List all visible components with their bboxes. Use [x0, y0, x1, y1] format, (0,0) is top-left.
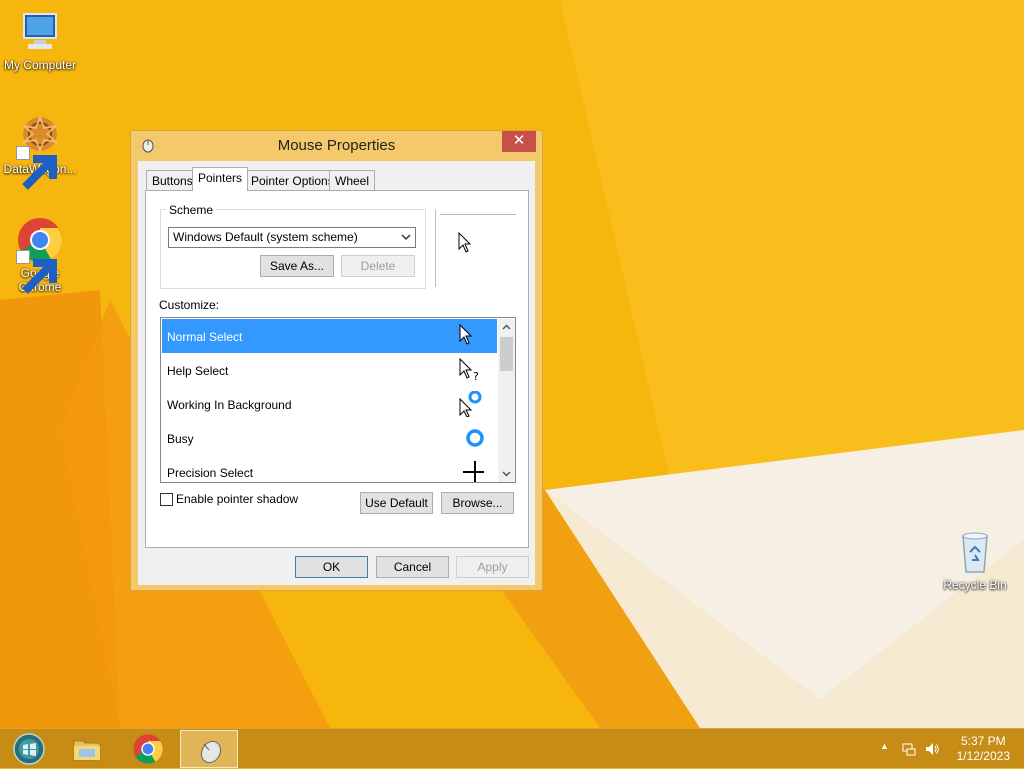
- tab-buttons[interactable]: Buttons: [146, 170, 199, 190]
- cursor-row-label: Help Select: [167, 364, 229, 378]
- svg-text:?: ?: [473, 370, 479, 383]
- datawagon-icon: [16, 112, 64, 190]
- system-tray: ▲ 5:37 PM 1/12/2023: [864, 729, 1024, 769]
- cursor-row-label: Working In Background: [167, 398, 292, 412]
- cursor-row-normal-select[interactable]: Normal Select: [162, 319, 497, 353]
- arrow-cursor-icon: [458, 232, 472, 253]
- taskbar-file-explorer[interactable]: [58, 730, 116, 768]
- cursor-row-busy[interactable]: Busy: [162, 421, 497, 455]
- taskbar: ▲ 5:37 PM 1/12/2023: [0, 728, 1024, 768]
- computer-icon: [16, 8, 64, 56]
- busy-cursor-icon: [466, 429, 484, 447]
- arrow-cursor-icon: [459, 323, 473, 345]
- start-button[interactable]: [0, 730, 58, 768]
- cursor-row-label: Busy: [167, 432, 194, 446]
- chrome-icon: [133, 734, 163, 764]
- tab-pointers[interactable]: Pointers: [192, 167, 249, 191]
- volume-icon[interactable]: [924, 741, 940, 757]
- tab-pointer-options[interactable]: Pointer Options: [245, 170, 340, 190]
- cursor-list-scrollbar[interactable]: [498, 319, 515, 482]
- clock[interactable]: 5:37 PM 1/12/2023: [957, 734, 1010, 764]
- desktop-icon-my-computer[interactable]: My Computer: [0, 8, 80, 72]
- scheme-dropdown-value: Windows Default (system scheme): [173, 230, 358, 244]
- scheme-dropdown[interactable]: Windows Default (system scheme): [168, 227, 416, 248]
- desktop-icon-datawagon[interactable]: DataWagon...: [0, 112, 80, 190]
- chrome-icon: [16, 216, 64, 294]
- help-cursor-icon: ?: [459, 357, 479, 383]
- enable-pointer-shadow-checkbox[interactable]: [160, 493, 173, 506]
- scheme-group-label: Scheme: [166, 203, 217, 217]
- shortcut-arrow-icon: [16, 250, 57, 294]
- folder-icon: [73, 740, 101, 761]
- use-default-button[interactable]: Use Default: [360, 492, 433, 514]
- dialog-title: Mouse Properties: [277, 137, 396, 154]
- save-as-button[interactable]: Save As...: [260, 255, 334, 277]
- scroll-thumb[interactable]: [500, 337, 513, 371]
- customize-label: Customize:: [159, 298, 220, 312]
- scheme-group: [160, 209, 426, 289]
- ok-button[interactable]: OK: [295, 556, 368, 578]
- mouse-icon: [200, 740, 222, 764]
- desktop-icon-recycle-bin[interactable]: Recycle Bin: [935, 528, 1015, 592]
- taskbar-mouse-properties[interactable]: [180, 730, 238, 768]
- close-button[interactable]: ✕: [502, 131, 536, 152]
- chevron-down-icon: [401, 234, 411, 241]
- cursor-row-precision-select[interactable]: Precision Select: [162, 455, 497, 482]
- enable-pointer-shadow-label: Enable pointer shadow: [176, 492, 299, 506]
- working-cursor-icon: [459, 391, 482, 417]
- clock-date: 1/12/2023: [956, 749, 1010, 763]
- network-icon[interactable]: [901, 741, 917, 757]
- shortcut-arrow-icon: [16, 146, 57, 190]
- cursor-preview: [435, 209, 516, 287]
- cursor-row-help-select[interactable]: Help Select ?: [162, 353, 497, 387]
- cursor-row-working-in-background[interactable]: Working In Background: [162, 387, 497, 421]
- desktop-icon-label: My Computer: [3, 58, 77, 72]
- crosshair-cursor-icon: [463, 461, 484, 482]
- tab-wheel[interactable]: Wheel: [329, 170, 376, 190]
- cursor-row-label: Precision Select: [167, 466, 254, 480]
- dialog-client-area: Buttons Pointers Pointer Options Wheel S…: [138, 161, 535, 585]
- scroll-up-icon[interactable]: [498, 319, 515, 336]
- pointers-tab-panel: Scheme Windows Default (system scheme) S…: [145, 190, 529, 548]
- windows-orb-icon: [13, 733, 45, 765]
- desktop-icon-google-chrome[interactable]: Google Chrome: [0, 216, 80, 294]
- apply-button: Apply: [456, 556, 529, 578]
- browse-button[interactable]: Browse...: [441, 492, 514, 514]
- desktop-icon-label: Recycle Bin: [943, 578, 1007, 592]
- cancel-button[interactable]: Cancel: [376, 556, 449, 578]
- scroll-down-icon[interactable]: [498, 465, 515, 482]
- cursor-row-label: Normal Select: [167, 330, 243, 344]
- mouse-properties-dialog: Mouse Properties ✕ Buttons Pointers Poin…: [130, 130, 543, 591]
- cursor-list[interactable]: Normal Select Help Select ? Working In B…: [160, 317, 516, 483]
- recycle-bin-icon: [951, 528, 999, 576]
- delete-button: Delete: [341, 255, 415, 277]
- clock-time: 5:37 PM: [960, 734, 1006, 748]
- title-bar[interactable]: Mouse Properties ✕: [131, 131, 542, 159]
- show-hidden-icons-icon[interactable]: ▲: [880, 741, 889, 751]
- taskbar-chrome[interactable]: [119, 730, 177, 768]
